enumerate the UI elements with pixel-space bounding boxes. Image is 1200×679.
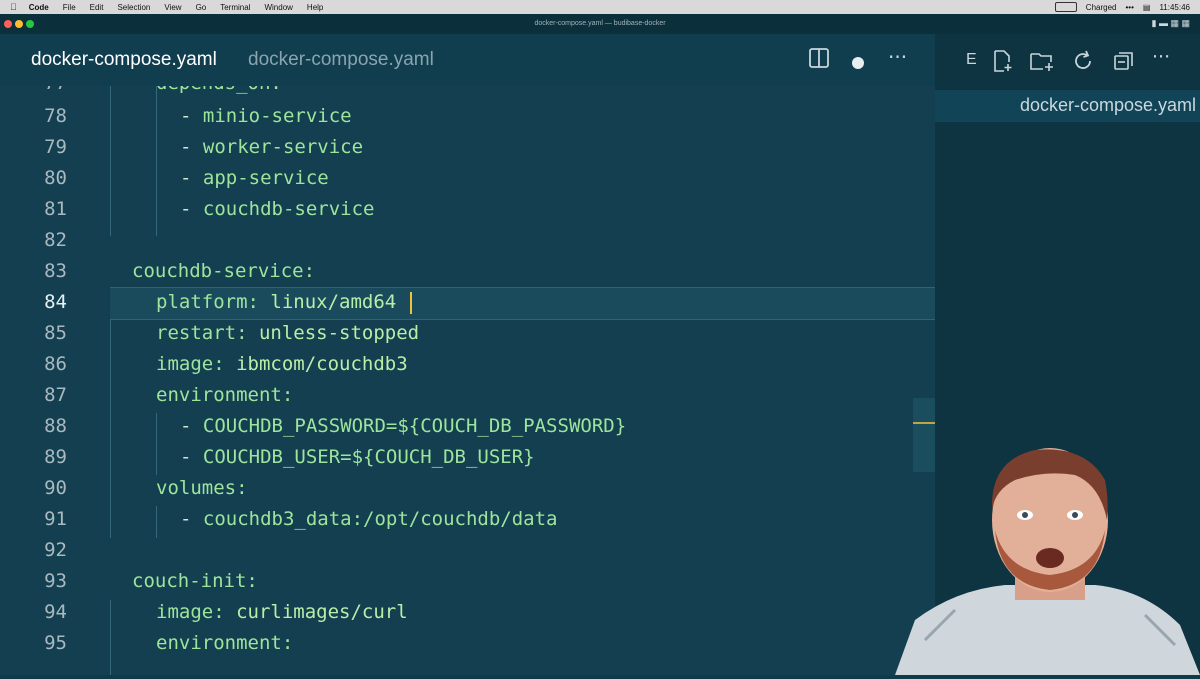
code-line[interactable]: 81 - couchdb-service	[0, 194, 935, 225]
menu-terminal[interactable]: Terminal	[220, 3, 250, 12]
battery-icon[interactable]	[1054, 2, 1077, 12]
clock[interactable]: 11:45:46	[1159, 3, 1190, 12]
line-number: 90	[44, 477, 67, 499]
more-actions-icon[interactable]: ···	[888, 45, 907, 69]
code-line[interactable]: 91 - couchdb3_data:/opt/couchdb/data	[0, 504, 935, 535]
line-number: 82	[44, 229, 67, 251]
window-title: docker-compose.yaml — budibase-docker	[534, 20, 666, 27]
line-number: 93	[44, 570, 67, 592]
code-line[interactable]: 89 - COUCHDB_USER=${COUCH_DB_USER}	[0, 442, 935, 473]
line-text: - COUCHDB_PASSWORD=${COUCH_DB_PASSWORD}	[180, 415, 627, 437]
menu-window[interactable]: Window	[264, 3, 292, 12]
control-center-icon[interactable]: ▤	[1143, 3, 1151, 12]
line-text: volumes:	[156, 477, 248, 499]
line-number: 79	[44, 136, 67, 158]
menu-go[interactable]: Go	[196, 3, 207, 12]
line-text: couchdb-service:	[132, 260, 316, 282]
menu-edit[interactable]: Edit	[90, 3, 104, 12]
app-menu[interactable]: Code	[29, 3, 49, 12]
line-number: 80	[44, 167, 67, 189]
code-line[interactable]: 93 couch-init:	[0, 566, 935, 597]
explorer-title: E	[966, 51, 977, 68]
line-text: image: curlimages/curl	[156, 601, 408, 623]
tab-filename[interactable]: docker-compose.yaml	[31, 49, 217, 71]
menu-help[interactable]: Help	[307, 3, 323, 12]
refresh-icon[interactable]	[1071, 49, 1095, 78]
more-actions-icon[interactable]: ···	[1152, 46, 1170, 68]
battery-status: Charged	[1085, 2, 1117, 12]
code-line[interactable]: 80 - app-service	[0, 163, 935, 194]
collapse-all-icon[interactable]	[1112, 49, 1136, 78]
line-text: environment:	[156, 384, 294, 406]
line-number: 85	[44, 322, 67, 344]
line-text: - couchdb3_data:/opt/couchdb/data	[180, 508, 558, 530]
code-line[interactable]: 84 platform: linux/amd64	[0, 287, 935, 318]
text-cursor	[410, 292, 412, 314]
presenter-webcam-image	[895, 440, 1200, 675]
new-file-icon[interactable]	[990, 49, 1014, 78]
menu-selection[interactable]: Selection	[117, 3, 150, 12]
line-number: 84	[44, 291, 67, 313]
code-line[interactable]: 79 - worker-service	[0, 132, 935, 163]
explorer-file-item[interactable]: docker-compose.yaml	[935, 90, 1200, 122]
line-number: 78	[44, 105, 67, 127]
tab-description: docker-compose.yaml	[248, 49, 434, 70]
menu-file[interactable]: File	[63, 3, 76, 12]
more-icon[interactable]: •••	[1125, 3, 1133, 12]
code-line[interactable]: 85 restart: unless-stopped	[0, 318, 935, 349]
code-line[interactable]: 87 environment:	[0, 380, 935, 411]
clipped-line: depends_on:	[156, 86, 282, 99]
new-folder-icon[interactable]	[1029, 49, 1055, 78]
line-number: 89	[44, 446, 67, 468]
line-number: 94	[44, 601, 67, 623]
line-number: 88	[44, 415, 67, 437]
line-number: 87	[44, 384, 67, 406]
layout-icons[interactable]: ▮ ▬ ▦ ▦	[1152, 18, 1190, 29]
line-number: 86	[44, 353, 67, 375]
line-text: - worker-service	[180, 136, 364, 158]
line-text: image: ibmcom/couchdb3	[156, 353, 408, 375]
apple-menu-icon[interactable]: 	[10, 2, 17, 12]
line-number: 77	[0, 86, 67, 99]
line-text: - app-service	[180, 167, 329, 189]
explorer-header: E ···	[935, 34, 1200, 86]
line-number: 83	[44, 260, 67, 282]
overview-ruler-mark	[913, 422, 935, 424]
line-text: couch-init:	[132, 570, 258, 592]
menu-view[interactable]: View	[164, 3, 181, 12]
code-line[interactable]: 82	[0, 225, 935, 256]
line-text: environment:	[156, 632, 294, 654]
code-line[interactable]: 83 couchdb-service:	[0, 256, 935, 287]
code-line[interactable]: 92	[0, 535, 935, 566]
line-text: platform: linux/amd64	[156, 291, 397, 313]
unsaved-dot-icon[interactable]	[851, 51, 865, 75]
code-line[interactable]: 88 - COUCHDB_PASSWORD=${COUCH_DB_PASSWOR…	[0, 411, 935, 442]
line-number: 95	[44, 632, 67, 654]
explorer-file-label: docker-compose.yaml	[1019, 95, 1196, 115]
line-text: - minio-service	[180, 105, 352, 127]
line-text: restart: unless-stopped	[156, 322, 420, 344]
code-editor[interactable]: depends_on: 77 78 - minio-service 79 - w…	[0, 86, 935, 675]
line-text: - couchdb-service	[180, 198, 375, 220]
code-line[interactable]: 94 image: curlimages/curl	[0, 597, 935, 628]
line-number: 92	[44, 539, 67, 561]
line-text: - COUCHDB_USER=${COUCH_DB_USER}	[180, 446, 535, 468]
code-line[interactable]: 90 volumes:	[0, 473, 935, 504]
code-line[interactable]: 86 image: ibmcom/couchdb3	[0, 349, 935, 380]
code-line[interactable]: 95 environment:	[0, 628, 935, 659]
split-editor-icon[interactable]	[808, 47, 830, 74]
line-number: 91	[44, 508, 67, 530]
menu-bar:  Code File Edit Selection View Go Termi…	[0, 0, 1200, 14]
line-number: 81	[44, 198, 67, 220]
window-titlebar: docker-compose.yaml — budibase-docker ▮ …	[0, 14, 1200, 34]
code-line[interactable]: 78 - minio-service	[0, 101, 935, 132]
